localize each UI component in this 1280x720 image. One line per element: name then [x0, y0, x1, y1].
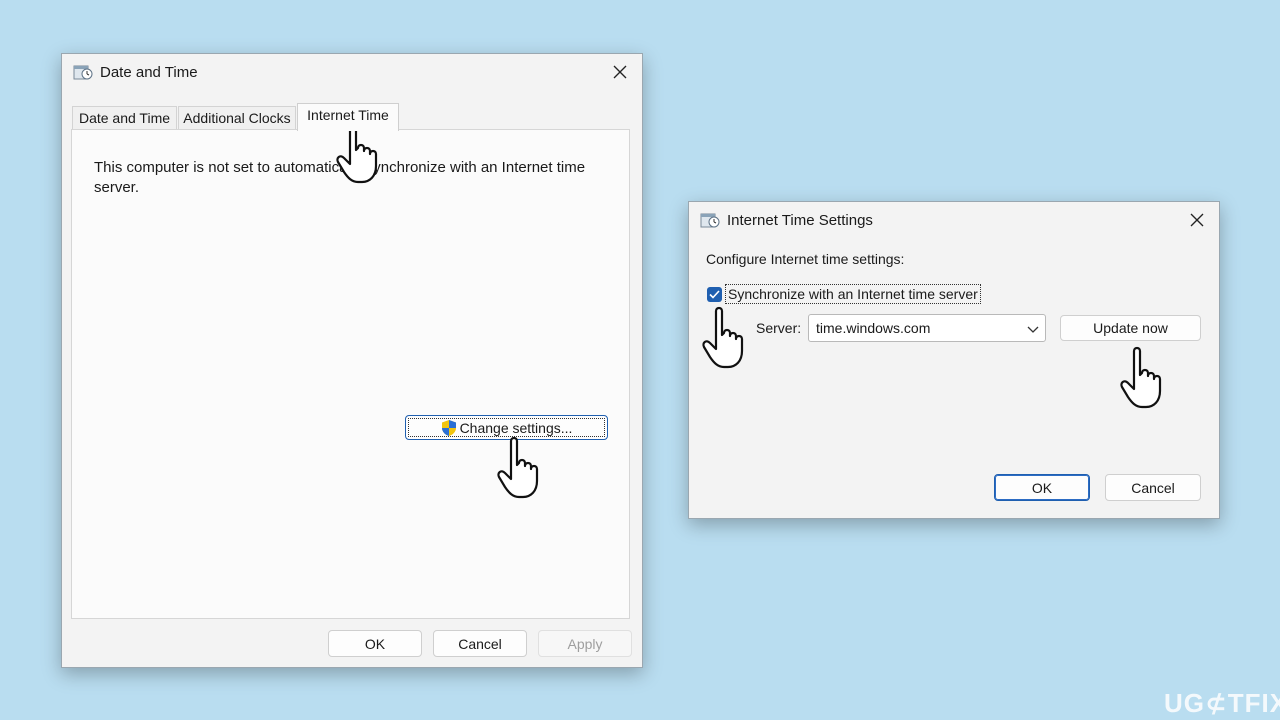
- date-time-icon: [73, 65, 93, 80]
- sync-checkbox-label[interactable]: Synchronize with an Internet time server: [725, 284, 981, 304]
- close-icon: [1190, 213, 1204, 227]
- title-bar[interactable]: Internet Time Settings: [689, 202, 1219, 240]
- change-settings-label: Change settings...: [459, 419, 573, 436]
- close-button[interactable]: [1185, 208, 1209, 232]
- apply-button[interactable]: Apply: [538, 630, 632, 657]
- cancel-button[interactable]: Cancel: [1105, 474, 1201, 501]
- hand-pointer-icon: [1120, 346, 1162, 409]
- uac-shield-icon: [441, 419, 456, 436]
- close-icon: [613, 65, 627, 79]
- server-combobox[interactable]: time.windows.com: [808, 314, 1046, 342]
- hand-pointer-icon: [702, 306, 744, 369]
- checkmark-icon: [709, 290, 720, 299]
- ok-button[interactable]: OK: [994, 474, 1090, 501]
- window-title: Internet Time Settings: [727, 212, 873, 229]
- update-now-button[interactable]: Update now: [1060, 315, 1201, 341]
- internet-time-panel: This computer is not set to automaticall…: [71, 129, 630, 619]
- close-button[interactable]: [608, 60, 632, 84]
- ok-button[interactable]: OK: [328, 630, 422, 657]
- server-value: time.windows.com: [816, 320, 931, 336]
- hand-pointer-icon: [497, 436, 539, 499]
- chevron-down-icon[interactable]: [1027, 323, 1039, 335]
- cancel-button[interactable]: Cancel: [433, 630, 527, 657]
- watermark-logo: UG⊄TFIX: [1164, 688, 1280, 718]
- window-title: Date and Time: [100, 64, 198, 81]
- tab-internet-time[interactable]: Internet Time: [297, 103, 399, 131]
- tab-additional-clocks[interactable]: Additional Clocks: [178, 106, 296, 130]
- title-bar[interactable]: Date and Time: [62, 54, 642, 92]
- tab-date-and-time[interactable]: Date and Time: [72, 106, 177, 130]
- server-label: Server:: [756, 320, 802, 336]
- configure-label: Configure Internet time settings:: [706, 251, 905, 267]
- sync-checkbox[interactable]: [707, 287, 722, 302]
- date-time-icon: [700, 213, 720, 228]
